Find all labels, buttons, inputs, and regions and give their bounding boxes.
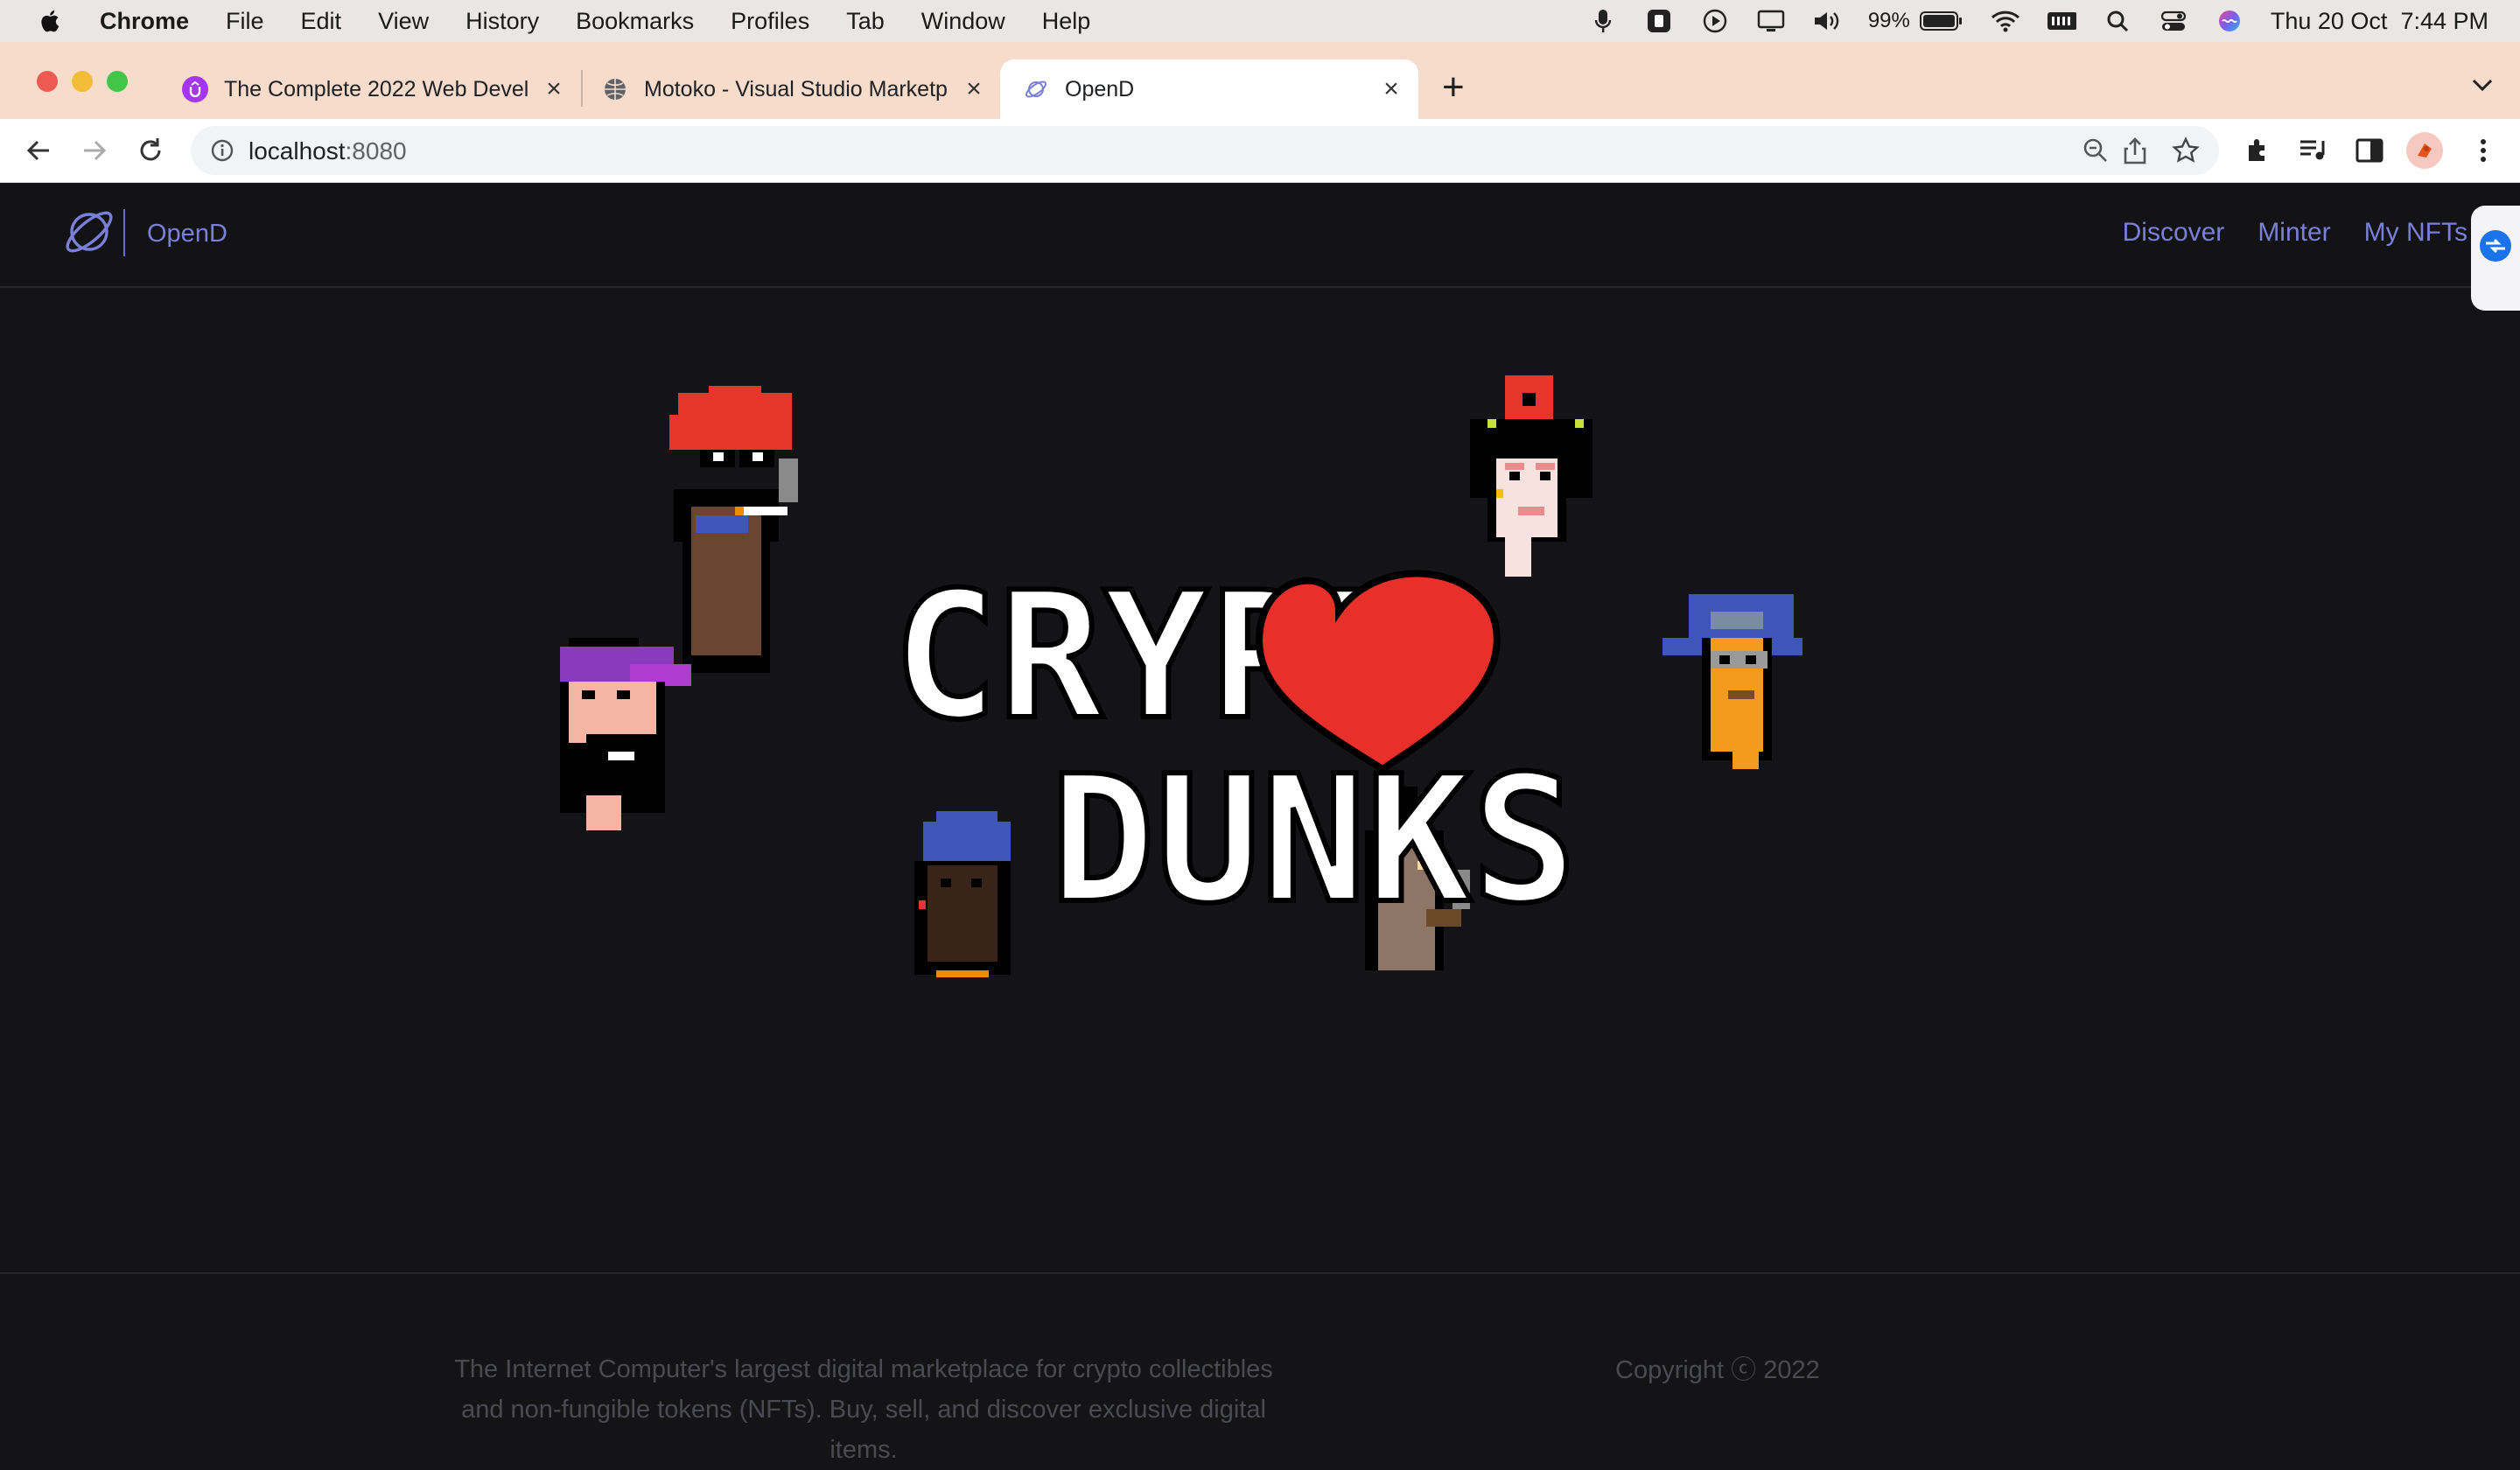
cryptodunks-illustration: CRYPT DUNKS [560, 375, 1802, 977]
tab-title: The Complete 2022 Web Devel [224, 76, 529, 102]
new-tab-button[interactable]: + [1442, 68, 1465, 107]
opend-logo-icon[interactable] [61, 204, 117, 264]
apple-icon[interactable] [37, 7, 65, 35]
minimize-window-button[interactable] [72, 71, 93, 92]
menu-window[interactable]: Window [921, 8, 1005, 35]
bookmark-star-icon[interactable] [2172, 136, 2200, 169]
menu-edit[interactable]: Edit [301, 8, 342, 35]
tab-title: Motoko - Visual Studio Marketp [644, 76, 948, 102]
tab-search-chevron-icon[interactable] [2471, 77, 2494, 97]
globe-icon [602, 76, 628, 102]
display-icon[interactable] [1756, 8, 1786, 34]
site-info-icon[interactable] [210, 138, 234, 167]
menu-help[interactable]: Help [1042, 8, 1091, 35]
menu-view[interactable]: View [378, 8, 429, 35]
remote-arrows-icon[interactable] [2478, 228, 2513, 268]
status-icons: 99% Thu 20 Oct 7:44 PM [1588, 0, 2488, 42]
footer-copyright: Copyright ⓒ 2022 [1615, 1356, 1820, 1384]
close-window-button[interactable] [37, 71, 58, 92]
reload-button[interactable] [135, 135, 166, 166]
keyboard-icon[interactable] [2047, 8, 2076, 34]
menu-profiles[interactable]: Profiles [731, 8, 809, 35]
opend-page: OpenD Discover Minter My NFTs CRYPT DUNK… [0, 183, 2520, 1464]
tab-opend[interactable]: OpenD × [1000, 60, 1418, 119]
forward-button[interactable] [79, 135, 110, 166]
extensions-puzzle-icon[interactable] [2242, 135, 2273, 166]
microphone-icon[interactable] [1588, 8, 1618, 34]
tab-title: OpenD [1065, 76, 1135, 102]
site-header: OpenD Discover Minter My NFTs [0, 183, 2520, 311]
menu-tab[interactable]: Tab [846, 8, 885, 35]
close-tab-icon[interactable]: × [1378, 74, 1404, 103]
tab-divider [581, 70, 583, 107]
punk-blue-hair [1662, 594, 1802, 769]
site-footer: The Internet Computer's largest digital … [0, 1272, 2520, 1464]
footer-description: The Internet Computer's largest digital … [454, 1355, 1273, 1464]
menu-history[interactable]: History [466, 8, 539, 35]
zoom-window-button[interactable] [107, 71, 128, 92]
clock[interactable]: Thu 20 Oct 7:44 PM [2271, 8, 2488, 35]
battery-icon[interactable] [1919, 8, 1964, 34]
back-button[interactable] [23, 135, 54, 166]
chrome-menu-icon[interactable] [2468, 135, 2499, 166]
main-nav: Discover Minter My NFTs [2123, 218, 2468, 248]
tab-strip: The Complete 2022 Web Devel × Motoko - V… [0, 42, 2520, 119]
opend-icon [1023, 76, 1049, 102]
menu-bookmarks[interactable]: Bookmarks [576, 8, 694, 35]
search-icon[interactable] [2103, 8, 2132, 34]
play-circle-icon[interactable] [1700, 8, 1730, 34]
macos-menubar: Chrome File Edit View History Bookmarks … [0, 0, 2520, 42]
browser-toolbar: localhost:8080 [0, 119, 2520, 183]
tab-motoko[interactable]: Motoko - Visual Studio Marketp × [602, 60, 987, 119]
punk-red-hair [669, 386, 798, 673]
brand-name[interactable]: OpenD [147, 220, 228, 248]
nav-discover[interactable]: Discover [2123, 218, 2225, 248]
media-control-icon[interactable] [2298, 135, 2329, 166]
punk-pale-red-bow [1470, 375, 1592, 577]
side-panel-icon[interactable] [2354, 135, 2385, 166]
url-port: :8080 [345, 137, 407, 164]
hero-title-dunks: DUNKS [1050, 738, 1577, 942]
share-icon[interactable] [2123, 136, 2147, 169]
zoom-icon[interactable] [2082, 137, 2109, 168]
floating-side-widget[interactable] [2471, 206, 2520, 311]
shortcuts-icon[interactable] [1644, 8, 1674, 34]
tab-udemy[interactable]: The Complete 2022 Web Devel × [182, 60, 567, 119]
menu-app-name[interactable]: Chrome [100, 8, 189, 35]
address-bar[interactable]: localhost:8080 [191, 126, 2219, 175]
close-tab-icon[interactable]: × [961, 74, 987, 103]
control-center-icon[interactable] [2159, 8, 2188, 34]
profile-avatar[interactable] [2406, 132, 2443, 169]
wifi-icon[interactable] [1991, 8, 2020, 34]
cryptodunks-hero: CRYPT DUNKS [525, 375, 2012, 1163]
udemy-icon [182, 76, 208, 102]
url-host: localhost [248, 137, 346, 164]
volume-icon[interactable] [1812, 8, 1842, 34]
url-text[interactable]: localhost:8080 [248, 137, 407, 165]
close-tab-icon[interactable]: × [541, 74, 567, 103]
logo-divider [123, 209, 125, 256]
punk-blue-beanie [914, 811, 1011, 977]
nav-my-nfts[interactable]: My NFTs [2364, 218, 2468, 248]
nav-minter[interactable]: Minter [2258, 218, 2330, 248]
menu-file[interactable]: File [226, 8, 264, 35]
battery-percentage: 99% [1867, 9, 1910, 32]
punk-purple-cap [560, 638, 691, 830]
siri-icon[interactable] [2215, 8, 2244, 34]
